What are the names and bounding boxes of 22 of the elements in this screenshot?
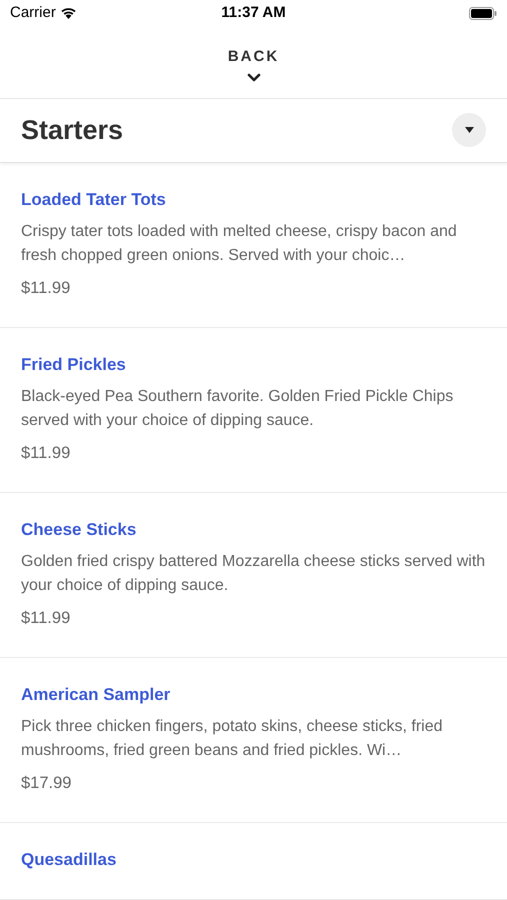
item-description: Pick three chicken fingers, potato skins, cheese sticks, fried mushrooms, fried green beans and fried pickles. Wi…: [21, 717, 444, 761]
carrier-label: Carrier: [10, 2, 56, 23]
caret-down-icon: [464, 127, 474, 134]
section-title: Starters: [21, 114, 124, 148]
item-name[interactable]: Fried Pickles: [21, 353, 486, 377]
wifi-icon: [60, 7, 77, 20]
item-price: $11.99: [21, 608, 72, 629]
item-description: Black-eyed Pea Southern favorite. Golden Fried Pickle Chips served with your choice of dipping sauce.: [21, 387, 454, 431]
item-name[interactable]: American Sampler: [21, 683, 486, 707]
dropdown-button[interactable]: [452, 113, 486, 148]
item-price: $11.99: [21, 443, 72, 464]
item-name[interactable]: Loaded Tater Tots: [21, 188, 486, 212]
item-name[interactable]: Cheese Sticks: [21, 518, 486, 542]
item-name[interactable]: Quesadillas: [21, 848, 486, 872]
chevron-down-icon: [246, 72, 260, 82]
battery-icon: [468, 6, 497, 20]
item-description: Crispy tater tots loaded with melted cheese, crispy bacon and fresh chopped green onions. Served with your choic…: [21, 222, 458, 266]
back-button[interactable]: BACK: [228, 46, 280, 82]
item-price: $17.99: [21, 773, 72, 794]
item-price: $11.99: [21, 278, 72, 299]
status-time: 11:37 AM: [221, 2, 286, 23]
item-description: Golden fried crispy battered Mozzarella cheese sticks served with your choice of dipping sauce.: [21, 552, 486, 596]
